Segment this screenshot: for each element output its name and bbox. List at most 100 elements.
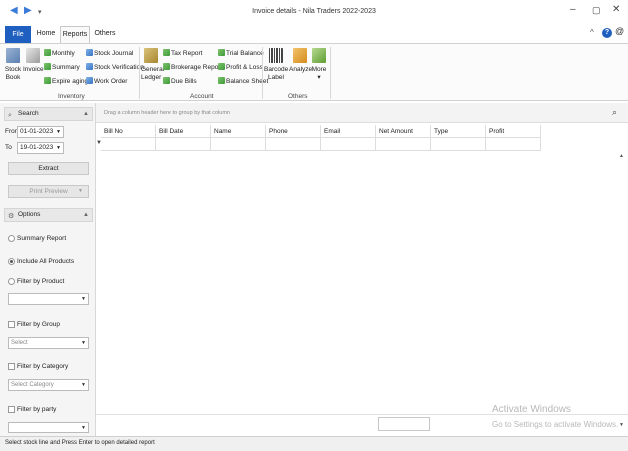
account-icon[interactable]: @ [615, 26, 624, 36]
chevron-down-icon[interactable]: ▼ [56, 143, 61, 153]
due-bills-icon [163, 77, 170, 84]
column-header-bill-no[interactable]: Bill No [101, 125, 156, 138]
filter-cell-phone[interactable] [266, 138, 321, 151]
invoice-grid: Drag a column header here to group by th… [96, 103, 628, 436]
chevron-down-icon: ▼ [81, 425, 86, 431]
maximize-button[interactable]: ▢ [592, 5, 601, 16]
filter-by-product-radio[interactable] [8, 278, 15, 285]
ribbon-tab-row: File Home Reports Others ^ ? @ [0, 24, 628, 43]
more-button[interactable]: More ▾ [311, 48, 327, 81]
trial-balance-button[interactable]: Trial Balance [218, 49, 264, 58]
others-group-label: Others [288, 93, 308, 100]
title-bar: ◀ ▶ ▾ Invoice details - Nila Traders 202… [0, 0, 628, 24]
product-select[interactable]: ▼ [8, 293, 89, 305]
close-button[interactable]: ✕ [612, 4, 620, 15]
invoice-icon [26, 48, 40, 63]
group-select[interactable]: Select ▼ [8, 337, 89, 349]
monthly-icon [44, 49, 51, 56]
search-section-header[interactable]: ⌕ Search ▲ [4, 107, 93, 121]
group-by-hint: Drag a column header here to group by th… [104, 110, 230, 116]
ribbon-separator [330, 47, 331, 99]
ribbon: Stock Book Invoice Monthly Summary Expir… [0, 43, 628, 101]
expire-aging-icon [44, 77, 51, 84]
column-header-type[interactable]: Type [431, 125, 486, 138]
to-date-field[interactable]: 19-01-2023 ▼ [17, 142, 64, 154]
monthly-button[interactable]: Monthly [44, 49, 75, 58]
left-filter-panel: ⌕ Search ▲ From 01-01-2023 ▼ To 19-01-20… [0, 103, 96, 436]
to-label: To [5, 144, 12, 151]
filter-by-group-label: Filter by Group [17, 321, 60, 328]
filter-by-category-label: Filter by Category [17, 363, 69, 370]
summary-icon [44, 63, 51, 70]
extract-button[interactable]: Extract [8, 162, 89, 175]
column-header-name[interactable]: Name [211, 125, 266, 138]
summary-report-radio[interactable] [8, 235, 15, 242]
file-tab[interactable]: File [5, 26, 31, 43]
balance-sheet-button[interactable]: Balance Sheet [218, 77, 268, 86]
profit-loss-button[interactable]: Profit & Loss [218, 63, 263, 72]
scroll-down-icon[interactable]: ▼ [619, 422, 624, 428]
chevron-down-icon: ▼ [81, 296, 86, 302]
filter-by-group-checkbox[interactable] [8, 321, 15, 328]
analyze-button[interactable]: Analyze [289, 48, 312, 74]
balance-sheet-icon [218, 77, 225, 84]
filter-cell-type[interactable] [431, 138, 486, 151]
search-section-icon: ⌕ [8, 112, 12, 119]
work-order-icon [86, 77, 93, 84]
print-preview-button[interactable]: Print Preview ▼ [8, 185, 89, 198]
filter-by-party-label: Filter by party [17, 406, 57, 413]
column-header-profit[interactable]: Profit [486, 125, 541, 138]
from-date-field[interactable]: 01-01-2023 ▼ [17, 126, 64, 138]
expire-aging-button[interactable]: Expire aging [44, 77, 88, 86]
options-section-icon: ⚙ [8, 213, 15, 220]
net-amount-total-cell [378, 417, 430, 431]
general-ledger-button[interactable]: General Ledger [141, 48, 164, 81]
tax-report-button[interactable]: Tax Report [163, 49, 202, 58]
chevron-down-icon: ▾ [317, 73, 321, 81]
minimize-button[interactable]: – [570, 4, 576, 15]
analyze-icon [293, 48, 307, 63]
summary-button[interactable]: Summary [44, 63, 80, 72]
trial-balance-icon [218, 49, 225, 56]
search-icon[interactable]: ⌕ [612, 107, 617, 118]
inventory-group-label: Inventory [58, 93, 85, 100]
tab-home[interactable]: Home [34, 26, 58, 43]
barcode-label-button[interactable]: Barcode Label [264, 48, 288, 81]
filter-cell-profit[interactable] [486, 138, 541, 151]
filter-cell-bill-date[interactable] [156, 138, 211, 151]
tab-others[interactable]: Others [93, 26, 117, 43]
stock-verification-icon [86, 63, 93, 70]
chevron-down-icon[interactable]: ▼ [56, 127, 61, 137]
options-section-header[interactable]: ⚙ Options ▲ [4, 208, 93, 222]
tab-reports[interactable]: Reports [60, 26, 90, 43]
work-order-button[interactable]: Work Order [86, 77, 127, 86]
help-icon[interactable]: ? [602, 28, 612, 38]
filter-by-category-checkbox[interactable] [8, 363, 15, 370]
filter-cell-net-amount[interactable] [376, 138, 431, 151]
party-select[interactable]: ▼ [8, 422, 89, 433]
brokerage-report-button[interactable]: Brokerage Report [163, 63, 222, 72]
column-header-email[interactable]: Email [321, 125, 376, 138]
filter-cell-email[interactable] [321, 138, 376, 151]
collapse-ribbon-icon[interactable]: ^ [590, 28, 594, 37]
scroll-up-icon[interactable]: ▲ [619, 153, 624, 159]
category-select[interactable]: Select Category ▼ [8, 379, 89, 391]
filter-by-party-checkbox[interactable] [8, 406, 15, 413]
barcode-icon [269, 48, 283, 63]
column-header-net-amount[interactable]: Net Amount [376, 125, 431, 138]
stock-journal-button[interactable]: Stock Journal [86, 49, 133, 58]
more-icon [312, 48, 326, 63]
chevron-down-icon: ▼ [78, 188, 83, 194]
status-bar: Select stock line and Press Enter to ope… [0, 436, 628, 451]
stock-verification-button[interactable]: Stock Verification [86, 63, 144, 72]
invoice-button[interactable]: Invoice [23, 48, 44, 74]
filter-cell-name[interactable] [211, 138, 266, 151]
group-by-panel[interactable]: Drag a column header here to group by th… [96, 103, 628, 123]
filter-cell-bill-no[interactable] [101, 138, 156, 151]
due-bills-button[interactable]: Due Bills [163, 77, 197, 86]
column-header-phone[interactable]: Phone [266, 125, 321, 138]
stock-book-button[interactable]: Stock Book [4, 48, 22, 81]
column-header-bill-date[interactable]: Bill Date [156, 125, 211, 138]
chevron-up-icon: ▲ [83, 111, 89, 117]
include-all-products-radio[interactable] [8, 258, 15, 265]
